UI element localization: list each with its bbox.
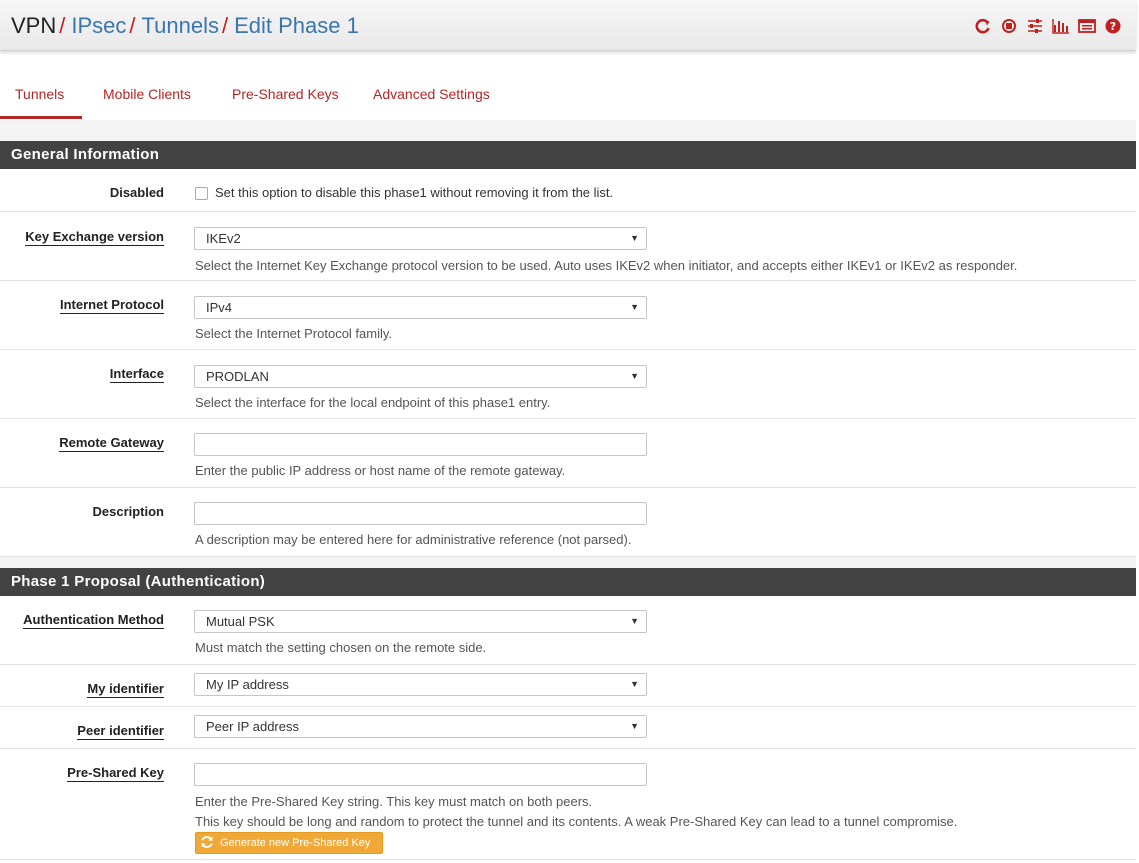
row-auth-method: Authentication Method Mutual PSK ▼ Must m… (0, 596, 1136, 665)
auth-select[interactable]: Mutual PSK ▼ (194, 610, 647, 633)
auth-help: Must match the setting chosen on the rem… (195, 640, 487, 655)
proto-label[interactable]: Internet Protocol (59, 297, 164, 314)
row-disabled: Disabled Set this option to disable this… (0, 169, 1136, 212)
peerid-select-value: Peer IP address (206, 719, 299, 734)
generate-psk-button[interactable]: Generate new Pre-Shared Key (195, 832, 383, 854)
row-internet-protocol: Internet Protocol IPv4 ▼ Select the Inter… (0, 281, 1136, 350)
row-remote-gateway: Remote Gateway Enter the public IP addre… (0, 419, 1136, 488)
iface-label[interactable]: Interface (109, 366, 164, 383)
chevron-down-icon: ▼ (630, 371, 639, 381)
breadcrumb-separator: / (221, 13, 229, 38)
chevron-down-icon: ▼ (630, 721, 639, 731)
breadcrumb-separator: / (59, 13, 66, 38)
iface-select[interactable]: PRODLAN ▼ (194, 365, 647, 388)
myid-select-value: My IP address (206, 677, 289, 692)
disabled-label: Disabled (109, 185, 164, 200)
proto-help: Select the Internet Protocol family. (195, 326, 393, 341)
desc-help: A description may be entered here for ad… (195, 532, 632, 547)
breadcrumb-tunnels[interactable]: Tunnels (142, 13, 219, 38)
myid-label[interactable]: My identifier (87, 681, 164, 698)
proto-select-value: IPv4 (206, 300, 233, 315)
breadcrumb-vpn: VPN (11, 13, 57, 38)
header-icon-bar: ? (974, 17, 1122, 35)
peerid-label[interactable]: Peer identifier (77, 723, 164, 740)
gw-help: Enter the public IP address or host name… (195, 463, 566, 478)
help-icon[interactable]: ? (1104, 17, 1122, 35)
generate-psk-label: Generate new Pre-Shared Key (220, 837, 371, 849)
stop-icon[interactable] (1000, 17, 1018, 35)
reload-icon[interactable] (974, 17, 992, 35)
svg-text:?: ? (1110, 20, 1116, 33)
row-key-exchange: Key Exchange version IKEv2 ▼ Select the I… (0, 212, 1136, 281)
row-peer-identifier: Peer identifier Peer IP address ▼ (0, 707, 1136, 749)
chevron-down-icon: ▼ (630, 233, 639, 243)
peerid-select[interactable]: Peer IP address ▼ (194, 715, 647, 738)
page-header: VPN / IPsec / Tunnels / Edit Phase 1 ? (0, 0, 1136, 51)
tab-advanced-settings[interactable]: Advanced Settings (373, 86, 490, 102)
breadcrumb: VPN / IPsec / Tunnels / Edit Phase 1 (11, 13, 359, 39)
kex-help: Select the Internet Key Exchange protoco… (195, 258, 1018, 273)
desc-label: Description (92, 504, 164, 519)
disabled-checkbox-text: Set this option to disable this phase1 w… (215, 185, 614, 200)
panel-heading-general: General Information (0, 141, 1136, 169)
settings-sliders-icon[interactable] (1026, 17, 1044, 35)
row-description: Description A description may be entered… (0, 488, 1136, 557)
chevron-down-icon: ▼ (630, 679, 639, 689)
breadcrumb-edit-phase1[interactable]: Edit Phase 1 (234, 13, 359, 38)
psk-help-1: Enter the Pre-Shared Key string. This ke… (195, 794, 593, 809)
panel-gap (0, 557, 1136, 568)
row-interface: Interface PRODLAN ▼ Select the interface … (0, 350, 1136, 419)
psk-label[interactable]: Pre-Shared Key (67, 765, 164, 782)
proto-select[interactable]: IPv4 ▼ (194, 296, 647, 319)
description-input[interactable] (194, 502, 647, 525)
active-tab-indicator (0, 116, 82, 119)
chevron-down-icon: ▼ (630, 616, 639, 626)
row-my-identifier: My identifier My IP address ▼ (0, 665, 1136, 707)
gw-label[interactable]: Remote Gateway (59, 435, 164, 452)
kex-label[interactable]: Key Exchange version (25, 229, 164, 246)
auth-select-value: Mutual PSK (206, 614, 275, 629)
list-icon[interactable] (1078, 17, 1096, 35)
iface-help: Select the interface for the local endpo… (195, 395, 551, 410)
myid-select[interactable]: My IP address ▼ (194, 673, 647, 696)
tab-pre-shared-keys[interactable]: Pre-Shared Keys (232, 86, 339, 102)
iface-select-value: PRODLAN (206, 369, 269, 384)
pre-shared-key-input[interactable] (194, 763, 647, 786)
tab-bar: Tunnels Mobile Clients Pre-Shared Keys A… (0, 70, 1136, 120)
content-spacer (0, 120, 1136, 141)
breadcrumb-separator: / (129, 13, 136, 38)
tab-mobile-clients[interactable]: Mobile Clients (103, 86, 191, 102)
refresh-icon (200, 835, 214, 852)
kex-select[interactable]: IKEv2 ▼ (194, 227, 647, 250)
auth-label[interactable]: Authentication Method (23, 612, 164, 629)
chevron-down-icon: ▼ (630, 302, 639, 312)
panel-heading-phase1: Phase 1 Proposal (Authentication) (0, 568, 1136, 596)
tab-tunnels[interactable]: Tunnels (15, 86, 64, 102)
remote-gateway-input[interactable] (194, 433, 647, 456)
row-pre-shared-key: Pre-Shared Key Enter the Pre-Shared Key … (0, 749, 1136, 860)
bar-chart-icon[interactable] (1052, 17, 1070, 35)
disabled-checkbox[interactable] (195, 187, 208, 200)
breadcrumb-ipsec[interactable]: IPsec (71, 13, 126, 38)
psk-help-2: This key should be long and random to pr… (195, 814, 958, 829)
kex-select-value: IKEv2 (206, 231, 241, 246)
